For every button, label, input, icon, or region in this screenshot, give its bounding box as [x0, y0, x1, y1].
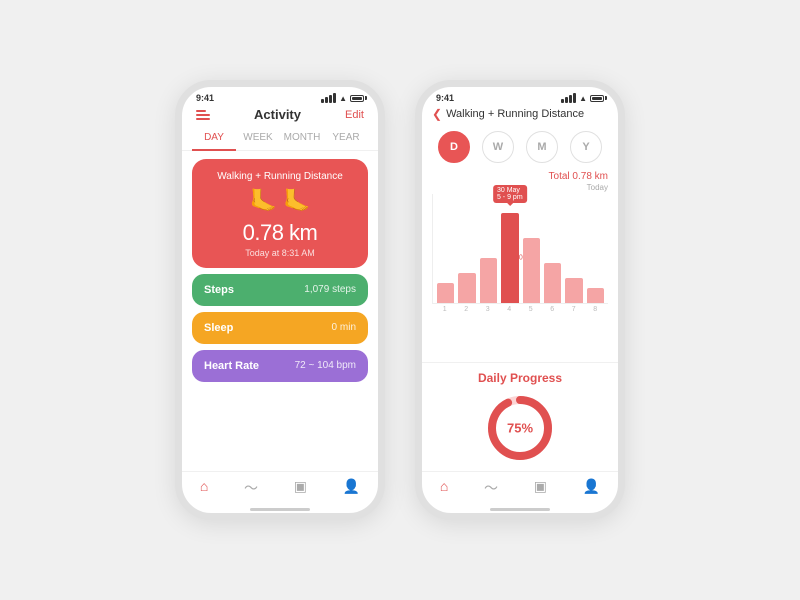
period-day[interactable]: D [438, 131, 470, 163]
status-time-2: 9:41 [436, 93, 454, 103]
steps-card[interactable]: Steps 1,079 steps [192, 274, 368, 306]
foot-left: 🦶 [250, 188, 277, 214]
back-button[interactable]: ❮ [432, 107, 442, 121]
chart-bar-2 [480, 258, 497, 303]
chart-bar-0 [437, 283, 454, 303]
app-header-1: Activity Edit [182, 105, 378, 128]
phone-1: 9:41 ▲ Activity Edit DAY WEEK MONTH YEAR [175, 80, 385, 520]
status-icons-2: ▲ [561, 93, 604, 103]
steps-label: Steps [204, 284, 234, 296]
menu-line-3 [196, 118, 210, 120]
chart-bar-5 [544, 263, 561, 303]
chart-labels: 12345678 [432, 304, 608, 313]
chart-bar-1 [458, 273, 475, 303]
chart-tooltip: 30 May5 - 9 pm [493, 185, 527, 203]
nav-activity-2[interactable]: 〜 [484, 478, 498, 498]
period-week[interactable]: W [482, 131, 514, 163]
tab-month[interactable]: MONTH [280, 128, 324, 150]
chart-container: 30 May5 - 9 pm0.24 [432, 194, 608, 304]
signal-7 [569, 95, 572, 103]
chart-label-0: 1 [436, 306, 454, 313]
nav-activity-1[interactable]: 〜 [244, 478, 258, 498]
chart-label-1: 2 [458, 306, 476, 313]
menu-line-1 [196, 110, 206, 112]
edit-button[interactable]: Edit [345, 109, 364, 121]
detail-header: ❮ Walking + Running Distance [422, 105, 618, 127]
heart-value: 72 ~ 104 bpm [295, 360, 356, 371]
tab-week[interactable]: WEEK [236, 128, 280, 150]
status-bar-1: 9:41 ▲ [182, 87, 378, 105]
hero-card: Walking + Running Distance 🦶 🦶 0.78 km T… [192, 159, 368, 268]
signal-8 [573, 93, 576, 103]
donut-chart: 75% [485, 393, 555, 463]
hero-value: 0.78 km [243, 220, 318, 246]
wifi-icon-2: ▲ [579, 94, 587, 103]
chart-label-5: 6 [544, 306, 562, 313]
nav-profile-1[interactable]: 👤 [343, 478, 360, 498]
period-month[interactable]: M [526, 131, 558, 163]
chart-total: Total 0.78 km [549, 171, 608, 182]
nav-profile-2[interactable]: 👤 [583, 478, 600, 498]
signal-5 [561, 99, 564, 103]
menu-line-2 [196, 114, 210, 116]
chart-bar-6 [565, 278, 582, 303]
signal-2 [325, 97, 328, 103]
signal-1 [321, 99, 324, 103]
progress-section: Daily Progress 75% [422, 362, 618, 471]
home-indicator-2 [490, 508, 550, 511]
chart-label-7: 8 [587, 306, 605, 313]
chart-label-2: 3 [479, 306, 497, 313]
donut-label: 75% [507, 421, 533, 436]
tab-day[interactable]: DAY [192, 128, 236, 151]
foot-right: 🦶 [283, 188, 310, 214]
nav-chat-1[interactable]: ▣ [294, 478, 307, 498]
status-icons-1: ▲ [321, 93, 364, 103]
chart-bar-7 [587, 288, 604, 303]
hero-subtitle: Today at 8:31 AM [245, 248, 315, 258]
period-year[interactable]: Y [570, 131, 602, 163]
chart-bar-3: 30 May5 - 9 pm0.24 [501, 213, 518, 303]
battery-icon [350, 95, 364, 102]
footprints-icon: 🦶 🦶 [250, 188, 311, 214]
content-1: Walking + Running Distance 🦶 🦶 0.78 km T… [182, 151, 378, 472]
hero-title: Walking + Running Distance [217, 171, 343, 182]
signal-3 [329, 95, 332, 103]
tab-bar-1: DAY WEEK MONTH YEAR [182, 128, 378, 151]
heart-rate-card[interactable]: Heart Rate 72 ~ 104 bpm [192, 350, 368, 382]
detail-title: Walking + Running Distance [446, 108, 584, 120]
heart-label: Heart Rate [204, 360, 259, 372]
nav-chat-2[interactable]: ▣ [534, 478, 547, 498]
battery-icon-2 [590, 95, 604, 102]
sleep-label: Sleep [204, 322, 233, 334]
home-indicator-1 [250, 508, 310, 511]
phone-2: 9:41 ▲ ❮ Walking + Running Distance D W … [415, 80, 625, 520]
donut-container: 75% [432, 393, 608, 463]
nav-home-2[interactable]: ⌂ [440, 478, 448, 498]
chart-today: Today [587, 183, 608, 192]
chart-label-4: 5 [522, 306, 540, 313]
sleep-value: 0 min [332, 322, 356, 333]
chart-area: Total 0.78 km Today 30 May5 - 9 pm0.24 1… [422, 171, 618, 362]
signal-4 [333, 93, 336, 103]
tab-year[interactable]: YEAR [324, 128, 368, 150]
sleep-card[interactable]: Sleep 0 min [192, 312, 368, 344]
wifi-icon: ▲ [339, 94, 347, 103]
period-selector: D W M Y [422, 127, 618, 171]
status-bar-2: 9:41 ▲ [422, 87, 618, 105]
nav-home-1[interactable]: ⌂ [200, 478, 208, 498]
progress-title: Daily Progress [432, 371, 608, 385]
bottom-nav-2: ⌂ 〜 ▣ 👤 [422, 471, 618, 508]
chart-bar-4 [523, 238, 540, 303]
status-time-1: 9:41 [196, 93, 214, 103]
bottom-nav-1: ⌂ 〜 ▣ 👤 [182, 471, 378, 508]
chart-label-6: 7 [565, 306, 583, 313]
steps-value: 1,079 steps [304, 284, 356, 295]
menu-button[interactable] [196, 110, 210, 120]
chart-label-3: 4 [501, 306, 519, 313]
signal-6 [565, 97, 568, 103]
app-title-1: Activity [254, 107, 301, 122]
